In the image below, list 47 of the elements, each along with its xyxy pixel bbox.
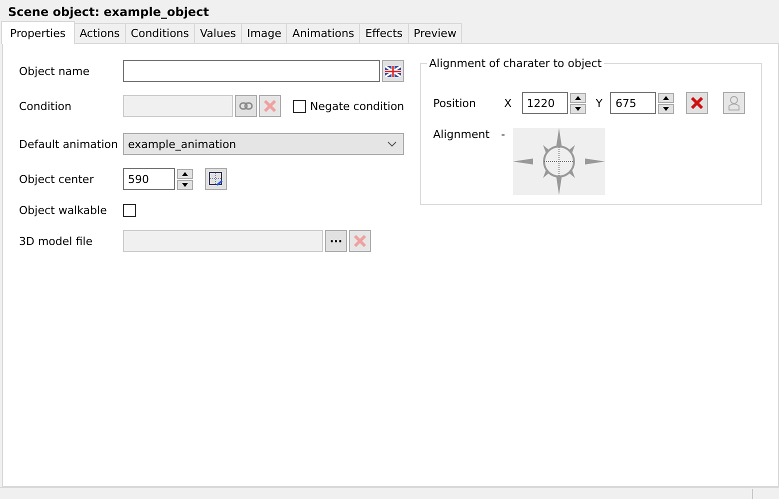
alignment-value: - [501, 128, 506, 141]
link-button[interactable] [235, 95, 257, 117]
checkbox-label: Negate condition [310, 100, 404, 112]
field-label: Object center [19, 172, 95, 186]
field-label: Position [433, 96, 477, 110]
clear-button[interactable] [686, 92, 708, 114]
spin-up-button[interactable] [570, 92, 586, 102]
down-icon [663, 106, 670, 110]
field-label: Alignment [433, 128, 491, 141]
tab[interactable]: Properties [1, 21, 75, 44]
window-title: Scene object: example_object [7, 4, 210, 20]
close-icon [264, 100, 276, 112]
person-icon [728, 95, 740, 111]
field-label: X [504, 96, 512, 110]
down-icon [574, 106, 581, 110]
tab[interactable]: Preview [408, 23, 462, 43]
animation-dropdown[interactable]: example_animation [123, 133, 404, 155]
link-icon [239, 102, 253, 110]
spin-down-button[interactable] [177, 180, 193, 190]
object-name-field[interactable] [123, 60, 380, 82]
close-icon [354, 235, 366, 247]
field-label: Default animation [19, 138, 119, 150]
y-field[interactable]: 675 [610, 92, 656, 114]
spin-down-button[interactable] [658, 104, 674, 114]
field-label: Object name [19, 64, 91, 78]
object-center-field[interactable]: 590 [123, 168, 175, 190]
field-label: Object walkable [19, 204, 108, 216]
field-label: Y [596, 96, 602, 110]
x-field[interactable]: 1220 [522, 92, 568, 114]
field-label: 3D model file [19, 234, 94, 248]
up-icon [574, 96, 581, 100]
pick-center-button[interactable] [205, 168, 227, 190]
spin-up-button[interactable] [658, 92, 674, 102]
up-icon [182, 172, 188, 176]
down-icon [182, 182, 188, 186]
up-icon [663, 96, 670, 100]
spin-up-button[interactable] [177, 168, 193, 178]
compass-icon [513, 128, 606, 195]
field-label: Condition [19, 100, 72, 112]
language-button[interactable] [382, 60, 404, 82]
close-icon [691, 97, 704, 109]
crosshair-icon [208, 171, 224, 187]
spin-down-button[interactable] [570, 104, 586, 114]
flag-icon [385, 66, 401, 76]
chevron-down-icon [387, 141, 398, 147]
checkbox[interactable] [123, 204, 136, 216]
group-title: Alignment of charater to object [428, 57, 603, 70]
